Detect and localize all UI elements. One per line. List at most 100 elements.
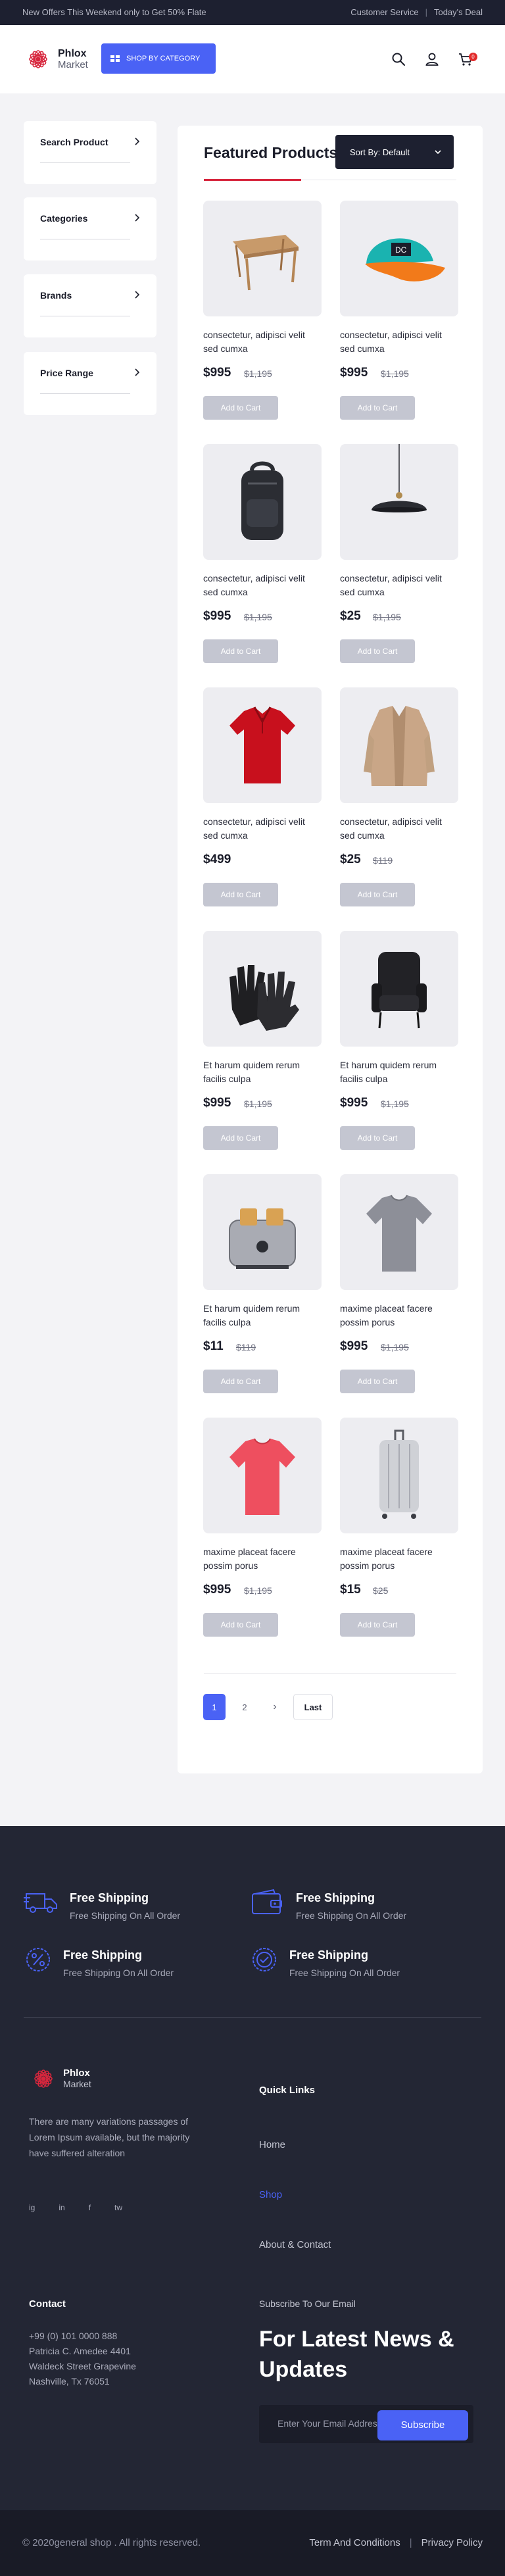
product-image[interactable] (203, 1418, 322, 1533)
add-to-cart-button[interactable]: Add to Cart (340, 639, 415, 663)
product-image[interactable] (203, 444, 322, 560)
add-to-cart-button[interactable]: Add to Cart (203, 883, 278, 906)
add-to-cart-button[interactable]: Add to Cart (340, 396, 415, 420)
promo-text: New Offers This Weekend only to Get 50% … (22, 7, 206, 17)
wallet-icon (252, 1889, 282, 1914)
footer-logo[interactable]: Phlox Market (29, 2064, 91, 2093)
contact-address-line: Patricia C. Amedee 4401 (29, 2346, 131, 2356)
product-card[interactable]: maxime placeat facere possim porus $15 $… (340, 1418, 458, 1641)
filter-price-range[interactable]: Price Range (24, 352, 156, 415)
filter-brands[interactable]: Brands (24, 274, 156, 337)
table-icon (233, 235, 299, 291)
product-card[interactable]: Et harum quidem rerum facilis culpa $995… (340, 931, 458, 1154)
next-page-button[interactable]: › (264, 1694, 286, 1720)
product-old-price: $1,195 (381, 368, 409, 379)
armchair-icon (372, 952, 427, 1029)
footer-link-home[interactable]: Home (259, 2139, 285, 2150)
product-image[interactable] (340, 1174, 458, 1290)
product-name[interactable]: consectetur, adipisci velit sed cumxa (340, 328, 458, 356)
product-name[interactable]: Et harum quidem rerum facilis culpa (203, 1302, 322, 1329)
divider (40, 393, 130, 394)
product-name[interactable]: consectetur, adipisci velit sed cumxa (340, 815, 458, 843)
tshirt-icon (366, 1195, 432, 1272)
product-image[interactable]: DC (340, 201, 458, 316)
page-2-button[interactable]: 2 (233, 1694, 256, 1720)
add-to-cart-button[interactable]: Add to Cart (203, 1370, 278, 1393)
product-old-price: $1,195 (244, 1585, 272, 1596)
feature-title: Free Shipping (63, 1948, 143, 1962)
product-card[interactable]: consectetur, adipisci velit sed cumxa $4… (203, 687, 322, 911)
product-name[interactable]: Et harum quidem rerum facilis culpa (203, 1058, 322, 1086)
fur-coat-icon (364, 706, 435, 786)
footer-link-about-contact[interactable]: About & Contact (259, 2239, 331, 2250)
product-image[interactable] (340, 931, 458, 1047)
product-old-price: $1,195 (244, 368, 272, 379)
instagram-icon[interactable]: ig (29, 2203, 35, 2212)
filter-categories[interactable]: Categories (24, 197, 156, 260)
product-image[interactable] (203, 687, 322, 803)
product-name[interactable]: consectetur, adipisci velit sed cumxa (203, 328, 322, 356)
terms-link[interactable]: Term And Conditions (309, 2537, 400, 2548)
product-card[interactable]: consectetur, adipisci velit sed cumxa $9… (203, 201, 322, 424)
subscribe-button[interactable]: Subscribe (377, 2410, 468, 2440)
add-to-cart-button[interactable]: Add to Cart (203, 396, 278, 420)
add-to-cart-button[interactable]: Add to Cart (203, 639, 278, 663)
twitter-icon[interactable]: tw (114, 2203, 122, 2212)
product-card[interactable]: consectetur, adipisci velit sed cumxa $2… (340, 444, 458, 668)
sort-dropdown[interactable]: Sort By: Default (335, 135, 454, 169)
logo-name: Phlox (63, 2068, 90, 2079)
add-to-cart-button[interactable]: Add to Cart (340, 1370, 415, 1393)
add-to-cart-button[interactable]: Add to Cart (203, 1613, 278, 1637)
product-card[interactable]: DC consectetur, adipisci velit sed cumxa… (340, 201, 458, 424)
product-name[interactable]: maxime placeat facere possim porus (340, 1302, 458, 1329)
product-name[interactable]: consectetur, adipisci velit sed cumxa (203, 815, 322, 843)
check-badge-icon (252, 1948, 276, 1971)
product-card[interactable]: maxime placeat facere possim porus $995 … (340, 1174, 458, 1398)
product-name[interactable]: Et harum quidem rerum facilis culpa (340, 1058, 458, 1086)
product-image[interactable] (340, 444, 458, 560)
product-image[interactable] (203, 931, 322, 1047)
flower-logo-icon (34, 2069, 53, 2088)
product-image[interactable] (203, 1174, 322, 1290)
product-name[interactable]: consectetur, adipisci velit sed cumxa (340, 572, 458, 599)
product-old-price: $1,195 (244, 612, 272, 622)
footer-link-shop[interactable]: Shop (259, 2189, 282, 2200)
product-name[interactable]: maxime placeat facere possim porus (340, 1545, 458, 1573)
add-to-cart-button[interactable]: Add to Cart (340, 883, 415, 906)
product-price: $11 (203, 1339, 224, 1353)
top-links: Customer Service | Today's Deal (350, 7, 483, 17)
product-card[interactable]: Et harum quidem rerum facilis culpa $995… (203, 931, 322, 1154)
add-to-cart-button[interactable]: Add to Cart (340, 1613, 415, 1637)
shop-by-category-button[interactable]: SHOP BY CATEGORY (101, 43, 216, 74)
product-card[interactable]: Et harum quidem rerum facilis culpa $11 … (203, 1174, 322, 1398)
customer-service-link[interactable]: Customer Service (350, 7, 418, 17)
product-card[interactable]: consectetur, adipisci velit sed cumxa $2… (340, 687, 458, 911)
linkedin-icon[interactable]: in (59, 2203, 64, 2212)
privacy-link[interactable]: Privacy Policy (421, 2537, 483, 2548)
add-to-cart-button[interactable]: Add to Cart (203, 1126, 278, 1150)
product-image[interactable] (340, 687, 458, 803)
product-image[interactable] (340, 1418, 458, 1533)
logo[interactable]: Phlox Market (24, 45, 88, 74)
divider (24, 2017, 481, 2018)
filter-search-product[interactable]: Search Product (24, 121, 156, 184)
feature-subtitle: Free Shipping On All Order (296, 1910, 407, 1921)
product-card[interactable]: consectetur, adipisci velit sed cumxa $9… (203, 444, 322, 668)
percent-badge-icon (26, 1948, 50, 1971)
add-to-cart-button[interactable]: Add to Cart (340, 1126, 415, 1150)
product-image[interactable] (203, 201, 322, 316)
search-icon[interactable] (391, 51, 406, 67)
contact-phone: +99 (0) 101 0000 888 (29, 2331, 118, 2341)
product-card[interactable]: maxime placeat facere possim porus $995 … (203, 1418, 322, 1641)
feature-item: Free Shipping Free Shipping On All Order (250, 1946, 400, 1978)
todays-deal-link[interactable]: Today's Deal (434, 7, 483, 17)
filter-label: Brands (40, 290, 72, 301)
cart-button[interactable]: 0 (458, 51, 477, 67)
user-icon[interactable] (424, 51, 440, 67)
last-page-button[interactable]: Last (293, 1694, 333, 1720)
facebook-icon[interactable]: f (89, 2203, 91, 2212)
page-1-button[interactable]: 1 (203, 1694, 226, 1720)
product-old-price: $1,195 (244, 1099, 272, 1109)
product-name[interactable]: maxime placeat facere possim porus (203, 1545, 322, 1573)
product-name[interactable]: consectetur, adipisci velit sed cumxa (203, 572, 322, 599)
